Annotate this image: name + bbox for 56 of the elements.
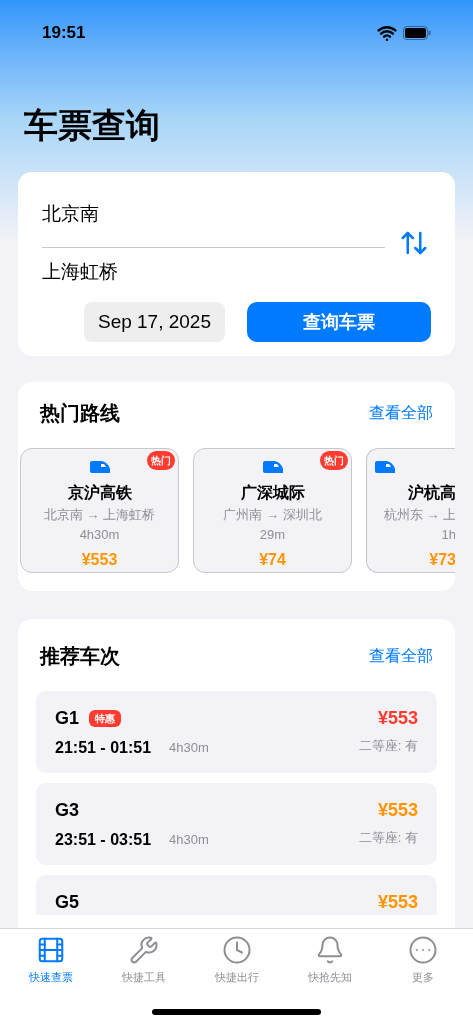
train-duration: 4h30m [169, 831, 209, 850]
train-item[interactable]: G5 ¥553 [36, 875, 437, 915]
train-item[interactable]: G1 特惠 21:51 - 01:51 4h30m ¥553 二等座: 有 [36, 691, 437, 773]
route-name: 广深城际 [240, 483, 305, 503]
route-duration: 1h [441, 525, 455, 544]
see-all-link[interactable]: 查看全部 [369, 401, 433, 425]
status-time: 19:51 [42, 22, 86, 45]
train-times: 23:51 - 03:51 [55, 830, 152, 850]
train-icon [375, 461, 395, 473]
train-number: G5 [55, 891, 79, 914]
see-all-link[interactable]: 查看全部 [369, 644, 433, 668]
wifi-icon [377, 23, 397, 43]
train-price: ¥553 [377, 891, 418, 914]
seat-availability: 二等座: 有 [358, 737, 418, 755]
to-station-field[interactable]: 上海虹桥 [42, 247, 385, 286]
route-price: ¥73 [429, 550, 455, 570]
route-stations: 杭州东 → 上 [383, 506, 455, 524]
tab-item[interactable]: 快捷出行 [196, 935, 277, 986]
route-name: 沪杭高 [408, 483, 455, 503]
section-title: 热门路线 [40, 401, 120, 426]
train-icon [89, 461, 110, 473]
tab-item[interactable]: 快抢先知 [289, 935, 370, 986]
train-price: ¥553 [377, 707, 418, 730]
search-tickets-button[interactable]: 查询车票 [247, 302, 431, 342]
page-title: 车票查询 [24, 105, 161, 146]
tab-item[interactable]: 快速查票 [10, 935, 91, 986]
tab-item[interactable]: 更多 [382, 935, 463, 986]
clock-icon [221, 935, 252, 965]
hot-badge: 热门 [147, 451, 175, 470]
train-number: G3 [55, 799, 79, 822]
route-price: ¥74 [259, 550, 286, 570]
train-number: G1 [55, 707, 79, 730]
route-name: 京沪高铁 [67, 483, 132, 503]
tab-item[interactable]: 快捷工具 [103, 935, 184, 986]
route-duration: 4h30m [79, 525, 120, 544]
more-icon [407, 935, 438, 965]
hot-badge: 热门 [320, 451, 348, 470]
train-duration: 4h30m [169, 739, 209, 758]
section-title: 推荐车次 [40, 644, 120, 669]
route-card[interactable]: 沪杭高 杭州东 → 上 1h ¥73 [366, 448, 455, 573]
train-item[interactable]: G3 23:51 - 03:51 4h30m ¥553 二等座: 有 [36, 783, 437, 865]
route-card[interactable]: 热门 京沪高铁 北京南 → 上海虹桥 4h30m ¥553 [20, 448, 179, 573]
route-duration: 29m [259, 525, 286, 544]
seat-availability: 二等座: 有 [358, 829, 418, 847]
battery-icon [403, 26, 431, 40]
wrench-icon [128, 935, 159, 965]
train-icon [262, 461, 283, 473]
route-stations: 北京南 → 上海虹桥 [43, 506, 156, 524]
deal-badge: 特惠 [89, 710, 121, 727]
route-price: ¥553 [81, 550, 118, 570]
date-picker[interactable]: Sep 17, 2025 [83, 302, 225, 342]
route-stations: 广州南 → 深圳北 [223, 506, 322, 524]
route-card[interactable]: 热门 广深城际 广州南 → 深圳北 29m ¥74 [193, 448, 352, 573]
from-station-field[interactable]: 北京南 [42, 200, 385, 248]
train-price: ¥553 [377, 799, 418, 822]
train-times: 21:51 - 01:51 [55, 738, 152, 758]
